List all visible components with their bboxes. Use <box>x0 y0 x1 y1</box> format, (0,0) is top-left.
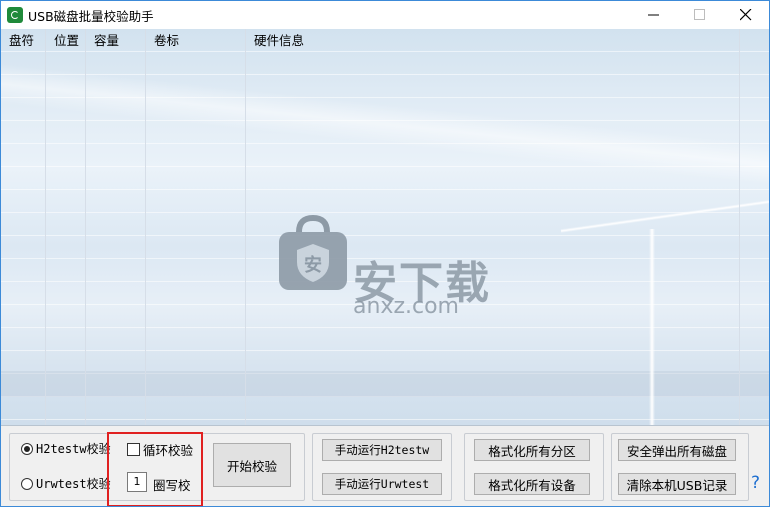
radio-dot-icon <box>21 477 33 490</box>
disk-list[interactable]: 盘符 位置 容量 卷标 硬件信息 安 安下载 anxz.com <box>1 29 769 425</box>
start-verify-button[interactable]: 开始校验 <box>213 443 291 487</box>
background-glow <box>649 229 655 425</box>
column-divider <box>739 29 740 425</box>
column-header-hardware[interactable]: 硬件信息 <box>246 29 740 52</box>
loop-count-label: 圈写校 <box>153 478 191 493</box>
loop-count-input[interactable]: 1 <box>127 472 147 492</box>
run-urwtest-button[interactable]: 手动运行Urwtest <box>322 473 442 495</box>
radio-h2testw-label: H2testw校验 <box>36 442 111 456</box>
maximize-icon <box>694 9 705 20</box>
loop-verify-label: 循环校验 <box>143 443 194 458</box>
run-h2testw-button[interactable]: 手动运行H2testw <box>322 439 442 461</box>
column-header-label[interactable]: 卷标 <box>146 29 246 52</box>
column-divider <box>245 29 246 425</box>
radio-urwtest-label: Urwtest校验 <box>36 477 111 491</box>
window-title: USB磁盘批量校验助手 <box>28 9 154 24</box>
maximize-button[interactable] <box>677 1 723 28</box>
column-divider <box>85 29 86 425</box>
loop-verify-checkbox[interactable]: 循环校验 <box>127 440 193 459</box>
radio-dot-icon <box>21 442 33 455</box>
column-header-capacity[interactable]: 容量 <box>86 29 146 52</box>
list-header: 盘符 位置 容量 卷标 硬件信息 <box>1 29 769 52</box>
svg-text:安: 安 <box>304 254 322 276</box>
help-icon[interactable]: ? <box>751 473 760 493</box>
checkbox-icon <box>127 443 140 456</box>
watermark-subtext: anxz.com <box>353 294 459 319</box>
close-button[interactable] <box>723 1 769 28</box>
radio-h2testw[interactable]: H2testw校验 <box>21 440 111 457</box>
eject-all-button[interactable]: 安全弹出所有磁盘 <box>618 439 736 461</box>
format-devices-button[interactable]: 格式化所有设备 <box>474 473 590 495</box>
watermark-shield-icon: 安 <box>279 214 347 290</box>
format-partitions-button[interactable]: 格式化所有分区 <box>474 439 590 461</box>
title-bar[interactable]: USB磁盘批量校验助手 <box>1 1 769 28</box>
radio-urwtest[interactable]: Urwtest校验 <box>21 475 111 492</box>
app-icon <box>7 7 23 23</box>
clear-usb-records-button[interactable]: 清除本机USB记录 <box>618 473 736 495</box>
column-divider <box>145 29 146 425</box>
column-header-drive[interactable]: 盘符 <box>1 29 46 52</box>
column-divider <box>45 29 46 425</box>
column-header-location[interactable]: 位置 <box>46 29 86 52</box>
close-icon <box>740 9 752 21</box>
minimize-icon <box>648 14 659 16</box>
control-panel: H2testw校验 Urwtest校验 循环校验 1 圈写校 开始校验 手动运行… <box>1 425 769 506</box>
minimize-button[interactable] <box>631 1 677 28</box>
app-window: USB磁盘批量校验助手 盘符 位置 容量 卷标 硬件信息 安 安下载 anxz.… <box>0 0 770 507</box>
